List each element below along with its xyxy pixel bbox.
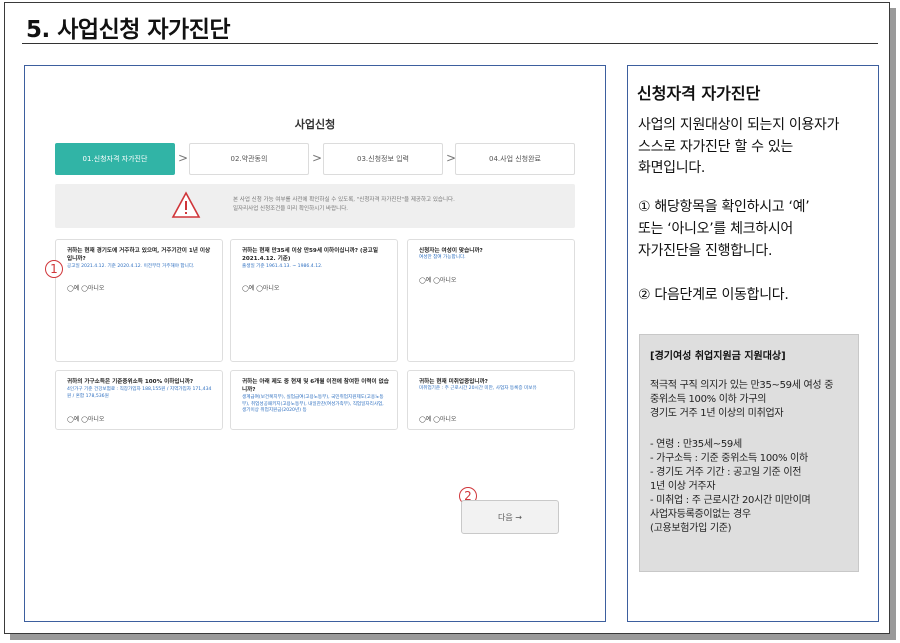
eligibility-title: [경기여성 취업지원금 지원대상] [650,351,786,362]
question-text: 귀하의 가구소득은 기준중위소득 100% 이하입니까? [67,379,194,385]
yes-no-radio[interactable]: ◯예 ◯아니오 [67,283,104,292]
step-1[interactable]: 01.신청자격 자가진단 [55,143,175,175]
eligibility-intro: 적극적 구직 의지가 있는 만35~59세 여성 중 [650,380,834,391]
yes-no-radio[interactable]: ◯예 ◯아니오 [419,275,456,284]
desc-line: 스스로 자가진단 할 수 있는 [638,139,793,155]
question-hint: 여성만 참여 가능합니다. [419,255,466,260]
question-text: 귀하는 아래 제도 중 현재 및 6개월 이전에 참여한 이력이 없습니까? [242,379,389,393]
eligibility-intro: 중위소득 100% 이하 가구의 [650,394,767,405]
eligibility-item: - 경기도 거주 기간 : 공고일 기준 이전 [650,467,802,478]
yes-no-radio[interactable]: ◯예 ◯아니오 [242,283,279,292]
step-4[interactable]: 04.사업 신청완료 [455,143,575,175]
title-divider [22,43,878,44]
frame-shadow [10,634,896,640]
question-text: 귀하는 현재 만35세 이상 만59세 이하이십니까? (공고일 2021.4.… [242,248,378,262]
question-card: 귀하는 아래 제도 중 현재 및 6개월 이전에 참여한 이력이 없습니까? 생… [230,370,398,430]
chevron-right-icon: > [178,151,189,165]
eligibility-intro: 경기도 거주 1년 이상의 미취업자 [650,408,784,419]
step1-line: 자가진단을 진행합니다. [638,243,773,259]
eligibility-item: - 가구소득 : 기준 중위소득 100% 이하 [650,453,808,464]
question-card: 신청자는 여성이 맞습니까? 여성만 참여 가능합니다. ◯예 ◯아니오 [407,239,575,362]
question-hint: 공고일 2021.4.12. 기준 2020.4.12. 이전부터 거주해야 합… [67,264,195,269]
yes-no-radio[interactable]: ◯예 ◯아니오 [419,414,456,423]
question-text: 신청자는 여성이 맞습니까? [419,248,483,254]
warning-icon [171,191,201,218]
callout-badge-1: 1 [45,260,63,278]
eligibility-item: (고용보험가입 기준) [650,523,732,534]
frame-shadow [890,8,896,638]
question-text: 귀하는 현재 미취업중입니까? [419,379,488,385]
question-hint: 생계급여(보건복지부), 실업급여(고용노동부), 국민취업지원제도(고용노동부… [242,395,384,413]
question-card: 귀하의 가구소득은 기준중위소득 100% 이하입니까? 4인가구 기준 건강보… [55,370,223,430]
step2-line: ② 다음단계로 이동합니다. [638,287,789,303]
question-text: 귀하는 현재 경기도에 거주하고 있으며, 거주기간이 1년 이상입니까? [67,248,211,262]
next-button[interactable]: 다음 → [461,500,559,534]
step-2[interactable]: 02.약관동의 [189,143,309,175]
eligibility-box: [경기여성 취업지원금 지원대상] 적극적 구직 의지가 있는 만35~59세 … [639,334,859,572]
description-panel: 신청자격 자가진단 사업의 지원대상이 되는지 이용자가 스스로 자가진단 할 … [627,65,879,622]
step1-line: 또는 ‘아니오’를 체크하시어 [638,221,793,237]
chevron-right-icon: > [312,151,323,165]
desc-line: 사업의 지원대상이 되는지 이용자가 [638,117,840,133]
desc-line: 화면입니다. [638,160,706,176]
question-hint: 4인가구 기준 건강보험료 : 직장가입자 188,155원 / 지역가입자 1… [67,387,212,399]
step1-line: ① 해당항목을 확인하시고 ‘예’ [638,199,810,215]
question-hint: 출생일 기준 1961.4.13. ~ 1986.4.12. [242,264,323,269]
eligibility-item: - 연령 : 만35세~59세 [650,439,742,450]
eligibility-item: 사업자등록증이없는 경우 [650,509,751,520]
page-title: 5. 사업신청 자가진단 [26,17,231,43]
screen-preview: 사업신청 01.신청자격 자가진단 > 02.약관동의 > 03.신청정보 입력… [24,65,606,622]
yes-no-radio[interactable]: ◯예 ◯아니오 [67,414,104,423]
panel-title: 신청자격 자가진단 [637,84,761,103]
question-card: 귀하는 현재 만35세 이상 만59세 이하이십니까? (공고일 2021.4.… [230,239,398,362]
notice-text: 본 사업 신청 가능 여부를 사전에 확인하실 수 있도록, "신청자격 자가진… [233,196,455,214]
step-3[interactable]: 03.신청정보 입력 [323,143,443,175]
question-card: 귀하는 현재 미취업중입니까? 미취업기준 : 주 근로시간 20시간 미만, … [407,370,575,430]
eligibility-item: - 미취업 : 주 근로시간 20시간 미만이며 [650,495,811,506]
question-card: 귀하는 현재 경기도에 거주하고 있으며, 거주기간이 1년 이상입니까? 공고… [55,239,223,362]
screen-title: 사업신청 [294,118,336,131]
question-hint: 미취업기준 : 주 근로시간 20시간 미만, 사업자 등록증 미보유 [419,386,537,391]
notice-line: 일자리사업 신청조건을 미리 확인하시기 바랍니다. [233,206,349,212]
notice-box: 본 사업 신청 가능 여부를 사전에 확인하실 수 있도록, "신청자격 자가진… [55,184,575,228]
eligibility-item: 1년 이상 거주자 [650,481,716,492]
notice-line: 본 사업 신청 가능 여부를 사전에 확인하실 수 있도록, "신청자격 자가진… [233,197,455,203]
